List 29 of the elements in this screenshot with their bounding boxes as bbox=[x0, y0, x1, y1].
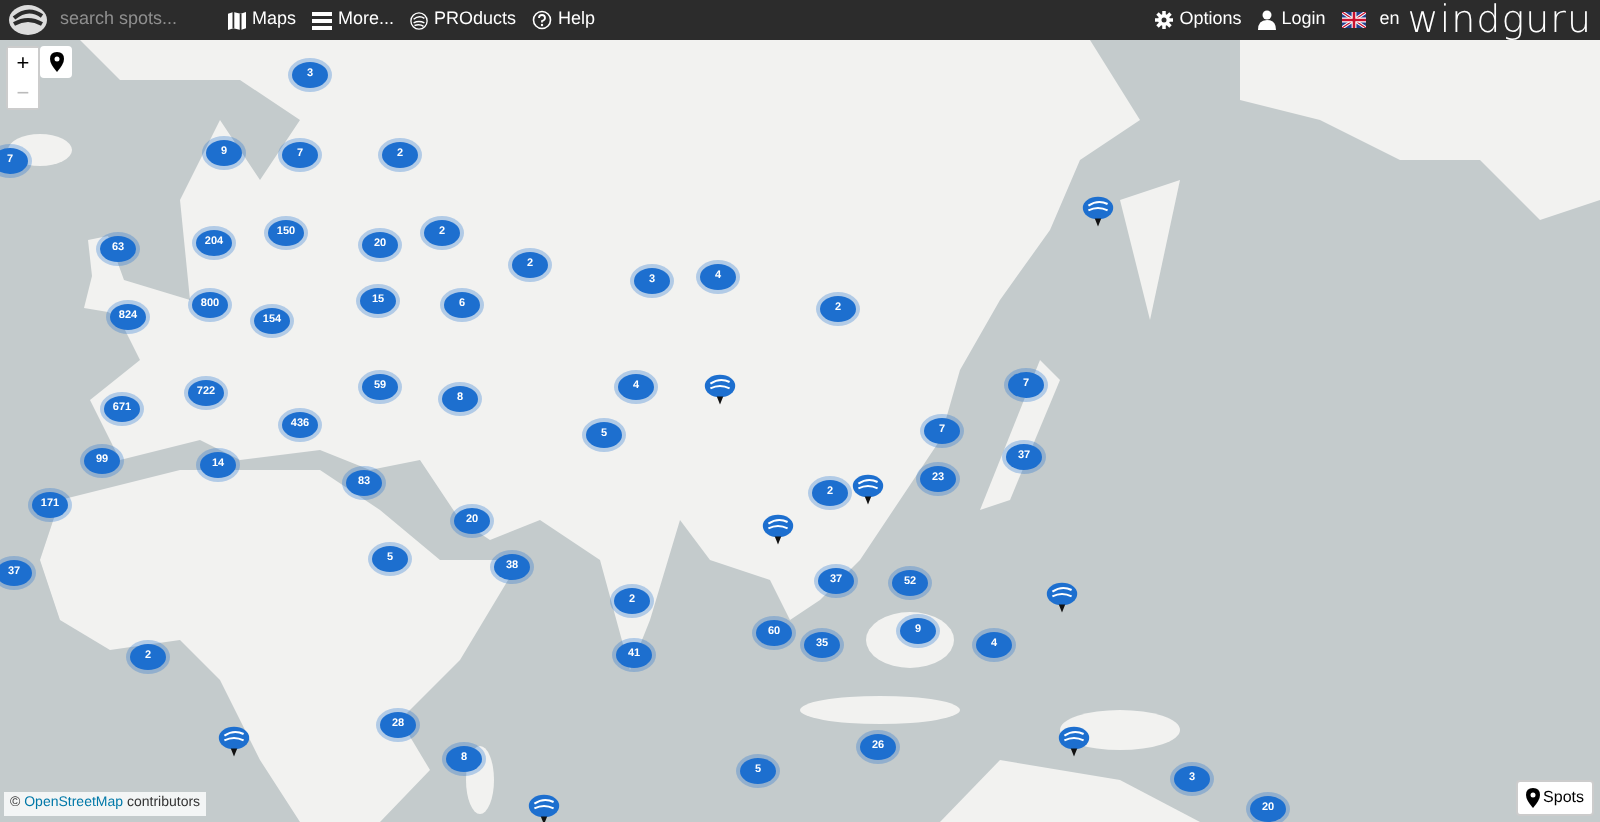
spot-pin[interactable] bbox=[704, 373, 736, 406]
menu-item[interactable]: Login bbox=[1249, 6, 1334, 34]
menu-item[interactable]: Maps bbox=[220, 6, 305, 34]
menu-item[interactable]: PROducts bbox=[402, 6, 525, 34]
windguru-logo[interactable] bbox=[8, 4, 48, 36]
location-pin-icon bbox=[49, 52, 63, 73]
spot-pin[interactable] bbox=[1082, 195, 1114, 228]
spot-pin[interactable] bbox=[528, 793, 560, 822]
language-selector[interactable]: en bbox=[1333, 6, 1408, 34]
spot-pin[interactable] bbox=[1058, 725, 1090, 758]
menu-icon bbox=[312, 11, 333, 29]
settings-icon bbox=[1153, 10, 1174, 30]
user-icon bbox=[1257, 10, 1276, 30]
swirl-icon bbox=[410, 11, 429, 29]
menu-item[interactable]: Options bbox=[1145, 6, 1250, 34]
location-pin-icon bbox=[1525, 788, 1540, 808]
uk-flag-icon bbox=[1341, 12, 1366, 28]
spot-pin[interactable] bbox=[218, 725, 250, 758]
spots-button[interactable]: Spots bbox=[1515, 780, 1594, 816]
locate-button[interactable] bbox=[40, 46, 72, 78]
menu-item[interactable]: More... bbox=[304, 6, 403, 34]
map-icon bbox=[228, 11, 246, 29]
search-field[interactable]: search spots... bbox=[56, 6, 220, 34]
help-icon bbox=[532, 10, 553, 30]
spot-pin[interactable] bbox=[762, 513, 794, 546]
spot-pin[interactable] bbox=[852, 473, 884, 506]
spot-pin[interactable] bbox=[1046, 581, 1078, 614]
menu-item[interactable]: Help bbox=[524, 6, 604, 34]
brand-wordmark: windguru bbox=[1407, 0, 1594, 40]
